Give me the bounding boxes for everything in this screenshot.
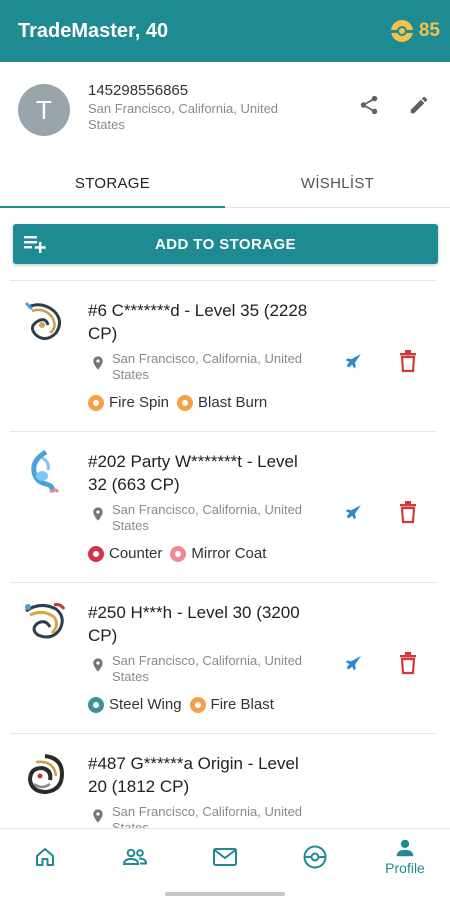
tab-storage[interactable]: STORAGE xyxy=(0,160,225,208)
location-pin-icon xyxy=(93,809,103,823)
nav-profile-label: Profile xyxy=(385,860,425,876)
delete-icon[interactable] xyxy=(398,349,418,378)
item-location: San Francisco, California, United States xyxy=(88,804,328,828)
item-location: San Francisco, California, United States xyxy=(88,653,328,685)
app-bar: TradeMaster, 40 85 xyxy=(0,0,450,62)
location-pin-icon xyxy=(93,507,103,521)
item-location-text: San Francisco, California, United States xyxy=(112,804,303,828)
fire-type-icon xyxy=(177,394,194,411)
item-title: #487 G******a Origin - Level 20 (1812 CP… xyxy=(88,754,299,796)
location-pin-icon xyxy=(93,658,103,672)
item-moves: Counter Mirror Coat xyxy=(88,545,266,562)
item-moves: Fire Spin Blast Burn xyxy=(88,394,267,411)
profile-actions xyxy=(358,94,430,116)
avatar[interactable]: T xyxy=(18,84,70,136)
list-item[interactable]: #6 C*******d - Level 35 (2228 CP) San Fr… xyxy=(10,280,437,430)
bottom-navigation: Profile xyxy=(0,828,450,884)
move-chip: Fire Blast xyxy=(189,696,274,713)
move-chip: Steel Wing xyxy=(88,696,182,713)
home-indicator xyxy=(165,892,285,896)
item-location-text: San Francisco, California, United States xyxy=(112,653,303,684)
nav-home[interactable] xyxy=(0,829,90,884)
fighting-type-icon xyxy=(88,545,104,562)
mail-icon xyxy=(213,847,237,866)
delete-icon[interactable] xyxy=(398,651,418,680)
storage-list[interactable]: #6 C*******d - Level 35 (2228 CP) San Fr… xyxy=(0,280,450,828)
move-chip: Mirror Coat xyxy=(170,545,266,562)
add-to-storage-label: ADD TO STORAGE xyxy=(155,235,296,253)
item-moves: Steel Wing Fire Blast xyxy=(88,696,274,713)
profile-location: San Francisco, California, United States xyxy=(88,101,279,132)
tab-wishlist[interactable]: WİSHLİST xyxy=(225,160,450,207)
nav-profile[interactable]: Profile xyxy=(360,829,450,884)
fire-type-icon xyxy=(189,696,206,713)
home-icon xyxy=(36,847,54,866)
item-location: San Francisco, California, United States xyxy=(88,502,328,534)
fire-type-icon xyxy=(88,394,104,411)
add-to-storage-button[interactable]: ADD TO STORAGE xyxy=(13,224,438,264)
app-title: TradeMaster, 40 xyxy=(18,19,169,42)
list-item[interactable]: #487 G******a Origin - Level 20 (1812 CP… xyxy=(10,733,437,828)
delete-icon[interactable] xyxy=(398,500,418,529)
edit-icon[interactable] xyxy=(408,94,430,116)
coin-count: 85 xyxy=(418,20,440,41)
item-title: #6 C*******d - Level 35 (2228 CP) xyxy=(88,301,308,343)
pokemon-thumbnail xyxy=(24,301,61,340)
nav-messages[interactable] xyxy=(180,829,270,884)
nav-friends[interactable] xyxy=(90,829,180,884)
profile-info: 145298556865 San Francisco, California, … xyxy=(88,82,308,133)
location-pin-icon xyxy=(93,356,103,370)
pokeball-icon xyxy=(303,845,327,868)
send-icon[interactable] xyxy=(343,502,365,529)
playlist-add-icon xyxy=(24,234,46,258)
psychic-type-icon xyxy=(170,545,187,562)
item-title: #250 H***h - Level 30 (3200 CP) xyxy=(88,603,300,645)
coin-balance[interactable]: 85 xyxy=(390,20,440,42)
steel-type-icon xyxy=(88,696,104,713)
send-icon[interactable] xyxy=(343,653,365,680)
pokemon-thumbnail xyxy=(27,754,65,795)
item-location: San Francisco, California, United States xyxy=(88,351,328,383)
send-icon[interactable] xyxy=(343,351,365,378)
move-chip: Blast Burn xyxy=(177,394,267,411)
nav-pokemon[interactable] xyxy=(270,829,360,884)
list-item[interactable]: #250 H***h - Level 30 (3200 CP) San Fran… xyxy=(10,582,437,732)
share-icon[interactable] xyxy=(358,94,380,116)
tab-bar: STORAGE WİSHLİST xyxy=(0,160,450,208)
move-chip: Fire Spin xyxy=(88,394,169,411)
profile-icon xyxy=(396,839,414,857)
move-chip: Counter xyxy=(88,545,162,562)
item-title: #202 Party W*******t - Level 32 (663 CP) xyxy=(88,452,298,494)
list-item[interactable]: #202 Party W*******t - Level 32 (663 CP)… xyxy=(10,431,437,581)
people-icon xyxy=(122,848,148,865)
pokemon-thumbnail xyxy=(31,449,60,494)
pokemon-thumbnail xyxy=(25,603,66,639)
pokeball-coin-icon xyxy=(390,20,413,42)
trainer-code: 145298556865 xyxy=(88,82,189,99)
profile-header: T 145298556865 San Francisco, California… xyxy=(0,62,450,160)
item-location-text: San Francisco, California, United States xyxy=(112,351,303,382)
item-location-text: San Francisco, California, United States xyxy=(112,502,303,533)
